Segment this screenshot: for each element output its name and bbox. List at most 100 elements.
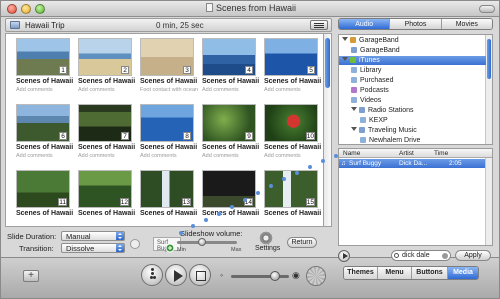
slide-title[interactable]: Scenes of Hawaii [264,144,323,151]
slide-thumbnail[interactable]: 11 [16,170,70,208]
slide-thumbnail[interactable]: 14 [202,170,256,208]
slide-comment[interactable]: Add comments [202,87,264,93]
return-button[interactable]: Return [287,237,317,248]
slide-thumbnail[interactable]: 6 [16,104,70,142]
source-item[interactable]: Radio Stations [339,106,486,115]
slide-item[interactable]: 6 Scenes of Hawaii Add comments [14,102,76,168]
toolbar-toggle-button[interactable] [479,5,495,13]
slide-comment[interactable]: Add comments [140,153,202,159]
source-item[interactable]: Videos [339,96,486,105]
scrollbar-thumb[interactable] [325,38,330,88]
slide-thumbnail[interactable]: 12 [78,170,132,208]
tab-media[interactable]: Media [448,267,478,279]
add-icon[interactable]: + [23,270,39,282]
slide-thumbnail[interactable]: 2 [78,38,132,76]
slide-comment[interactable]: Add comments [78,87,140,93]
source-item[interactable]: GarageBand [339,46,486,55]
slide-item[interactable]: 13 Scenes of Hawaii [138,168,202,226]
song-list-scrollbar[interactable] [485,158,492,245]
media-tab-movies[interactable]: Movies [441,19,492,29]
source-item[interactable]: GarageBand [339,36,486,45]
volume-slider-knob[interactable] [198,238,206,246]
walkthrough-icon[interactable] [141,264,163,286]
slide-title[interactable]: Scenes of Hawaii [140,78,202,85]
apply-button[interactable]: Apply [455,250,491,261]
slide-item[interactable]: 9 Scenes of Hawaii Add comments [200,102,262,168]
media-tab-photos[interactable]: Photos [390,19,442,29]
preview-volume-slider[interactable] [231,275,289,278]
disclosure-triangle-icon[interactable] [351,127,357,131]
slide-item[interactable]: 8 Scenes of Hawaii Add comments [138,102,200,168]
slide-item[interactable]: 11 Scenes of Hawaii [14,168,78,226]
slide-title[interactable]: Scenes of Hawaii [202,78,264,85]
song-row[interactable]: ♫ Surf Buggy Dick Da... 2:05 [339,159,492,168]
column-name[interactable]: Name [343,149,360,158]
burn-icon[interactable] [306,266,326,286]
slide-thumbnail[interactable]: 1 [16,38,70,76]
slide-title[interactable]: Scenes of Hawaii [140,144,202,151]
source-item[interactable]: Newhalem Drive [339,136,486,144]
column-artist[interactable]: Artist [399,149,414,158]
disclosure-triangle-icon[interactable] [351,107,357,111]
clear-search-icon[interactable] [442,253,448,259]
slide-title[interactable]: Scenes of Hawaii [78,144,140,151]
slide-item[interactable]: 4 Scenes of Hawaii Add comments [200,36,262,102]
slide-duration-select[interactable]: Manual [61,231,125,241]
slide-item[interactable]: 7 Scenes of Hawaii Add comments [76,102,138,168]
slide-title[interactable]: Scenes of Hawaii [78,78,140,85]
play-icon[interactable] [165,264,187,286]
search-input[interactable]: dick dale [391,250,451,261]
slide-item[interactable]: 1 Scenes of Hawaii Add comments [14,36,76,102]
transition-direction-icon[interactable] [130,239,140,249]
disclosure-triangle-icon[interactable] [342,37,348,41]
slide-comment[interactable]: Foot contact with ocean [140,87,202,93]
slide-item[interactable]: 15 Scenes of Hawaii [262,168,323,226]
view-toggle-icon[interactable] [310,20,328,30]
slide-item[interactable]: 5 Scenes of Hawaii Add comments [262,36,323,102]
volume-slider[interactable] [177,241,237,244]
slide-title[interactable]: Scenes of Hawaii [16,78,78,85]
slide-comment[interactable]: Add comments [264,153,323,159]
source-item[interactable]: Library [339,66,486,75]
slide-comment[interactable]: Add comments [16,87,78,93]
slide-item[interactable]: 14 Scenes of Hawaii [200,168,264,226]
disclosure-triangle-icon[interactable] [342,57,348,61]
tab-menu[interactable]: Menu [378,267,412,279]
slide-thumbnail[interactable]: 9 [202,104,256,142]
slide-thumbnail[interactable]: 8 [140,104,194,142]
slide-title[interactable]: Scenes of Hawaii [16,210,78,217]
source-item[interactable]: Traveling Music [339,126,486,135]
source-item[interactable]: Podcasts [339,86,486,95]
scrollbar-thumb[interactable] [487,39,491,79]
slide-item[interactable]: 2 Scenes of Hawaii Add comments [76,36,138,102]
slide-thumbnail[interactable]: 4 [202,38,256,76]
slide-title[interactable]: Scenes of Hawaii [264,210,323,217]
slide-thumbnail[interactable]: 5 [264,38,318,76]
slide-title[interactable]: Scenes of Hawaii [202,144,264,151]
slide-comment[interactable]: Add comments [264,87,323,93]
source-item[interactable]: iTunes [339,56,486,65]
slide-comment[interactable]: Add comments [202,153,264,159]
slide-thumbnail[interactable]: 7 [78,104,132,142]
slide-title[interactable]: Scenes of Hawaii [140,210,202,217]
tab-themes[interactable]: Themes [344,267,378,279]
slide-title[interactable]: Scenes of Hawaii [264,78,323,85]
slide-item[interactable]: 12 Scenes of Hawaii [76,168,140,226]
media-tab-audio[interactable]: Audio [339,19,391,29]
slide-item[interactable]: 10 Scenes of Hawaii Add comments [262,102,323,168]
transition-select[interactable]: Dissolve [61,243,125,253]
source-item[interactable]: KEXP [339,116,486,125]
slide-title[interactable]: Scenes of Hawaii [78,210,140,217]
slide-item[interactable]: 3 Scenes of Hawaii Foot contact with ocean [138,36,200,102]
slide-grid-scrollbar[interactable] [324,33,332,227]
preview-play-icon[interactable] [338,250,350,262]
slide-comment[interactable]: Add comments [78,153,140,159]
source-item[interactable]: Purchased [339,76,486,85]
slide-thumbnail[interactable]: 15 [264,170,318,208]
slide-comment[interactable]: Add comments [16,153,78,159]
slide-thumbnail[interactable]: 13 [140,170,194,208]
fullscreen-icon[interactable] [189,264,211,286]
tab-buttons[interactable]: Buttons [412,267,448,279]
slide-title[interactable]: Scenes of Hawaii [202,210,264,217]
preview-volume-knob[interactable] [270,271,280,281]
